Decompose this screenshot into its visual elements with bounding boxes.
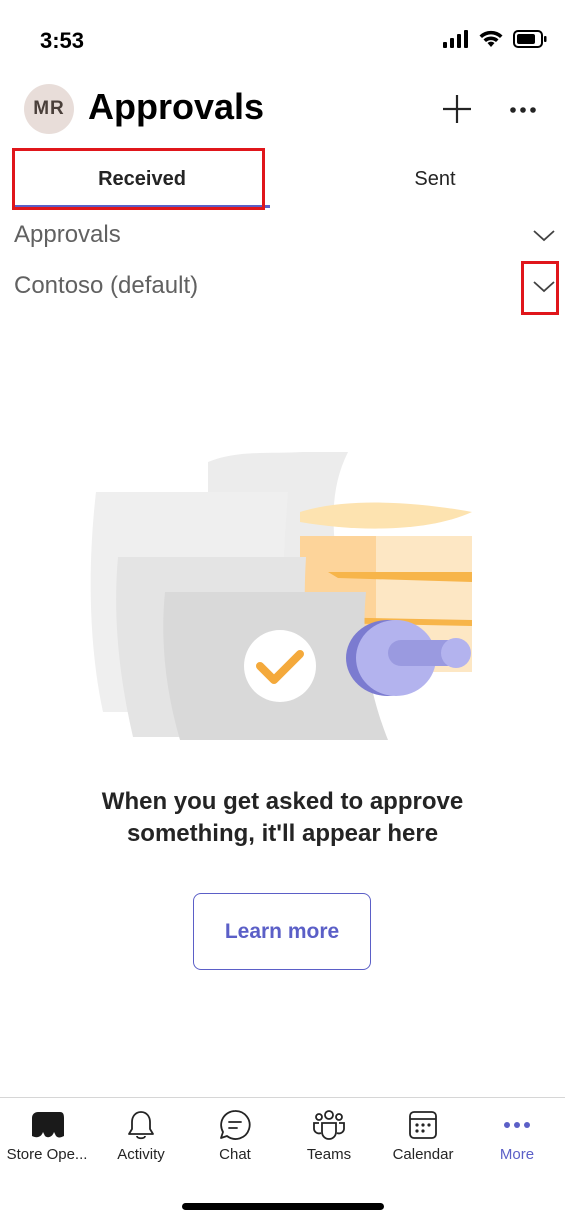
nav-divider bbox=[0, 1097, 565, 1098]
chevron-down-icon bbox=[533, 230, 555, 242]
empty-state-line2: something, it'll appear here bbox=[126, 820, 439, 847]
empty-state-message: When you get asked to approve something,… bbox=[0, 786, 565, 850]
filter-approvals-label: Approvals bbox=[14, 221, 121, 248]
nav-item-chat[interactable]: Chat bbox=[188, 1108, 282, 1168]
status-icons bbox=[443, 30, 547, 48]
more-options-button[interactable] bbox=[508, 95, 538, 125]
tab-sent[interactable]: Sent bbox=[306, 150, 564, 208]
add-button[interactable] bbox=[440, 92, 474, 126]
plus-icon bbox=[443, 95, 471, 123]
signal-icon bbox=[443, 30, 468, 48]
nav-label: More bbox=[499, 1146, 535, 1163]
calendar-icon bbox=[409, 1111, 437, 1139]
ellipsis-icon bbox=[510, 107, 536, 113]
page-title: Approvals bbox=[88, 86, 265, 127]
nav-item-activity[interactable]: Activity bbox=[94, 1108, 188, 1168]
nav-item-store-operations[interactable]: Store Ope... bbox=[0, 1108, 94, 1168]
store-icon bbox=[32, 1112, 64, 1138]
more-icon bbox=[504, 1122, 530, 1128]
battery-icon bbox=[513, 30, 547, 48]
nav-item-calendar[interactable]: Calendar bbox=[376, 1108, 470, 1168]
teams-icon bbox=[313, 1110, 345, 1140]
chat-icon bbox=[220, 1110, 251, 1140]
nav-label: Chat bbox=[219, 1146, 251, 1163]
nav-label: Store Ope... bbox=[6, 1146, 88, 1163]
filter-approvals-dropdown[interactable]: Approvals bbox=[14, 218, 559, 252]
empty-state-line1: When you get asked to approve bbox=[101, 788, 464, 815]
home-indicator bbox=[182, 1203, 384, 1210]
filter-contoso-label: Contoso (default) bbox=[14, 272, 199, 299]
learn-more-button[interactable]: Learn more bbox=[193, 893, 371, 970]
empty-state-illustration bbox=[90, 452, 472, 740]
bell-icon bbox=[128, 1111, 154, 1140]
status-time: 3:53 bbox=[40, 28, 85, 53]
avatar[interactable]: MR bbox=[24, 84, 74, 134]
filter-contoso-dropdown[interactable]: Contoso (default) bbox=[14, 268, 559, 304]
nav-item-more[interactable]: More bbox=[470, 1108, 564, 1168]
nav-label: Activity bbox=[117, 1146, 165, 1163]
nav-item-teams[interactable]: Teams bbox=[282, 1108, 376, 1168]
nav-label: Calendar bbox=[392, 1146, 454, 1163]
nav-label: Teams bbox=[306, 1146, 352, 1163]
highlight-box-chevron bbox=[521, 261, 559, 315]
wifi-icon bbox=[479, 30, 503, 47]
highlight-box-received bbox=[12, 148, 265, 210]
